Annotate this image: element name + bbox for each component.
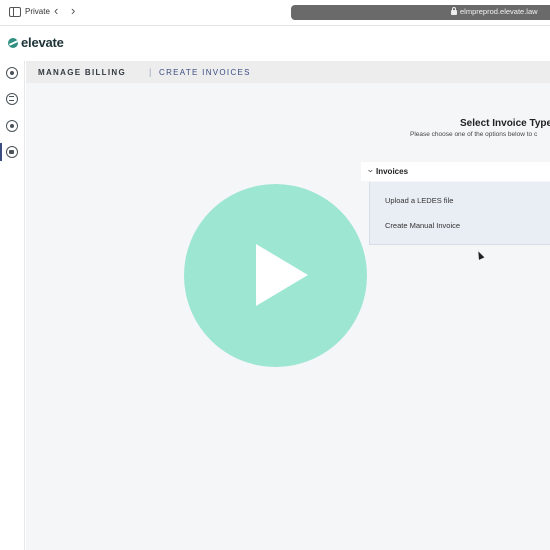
private-mode-label: Private xyxy=(25,7,50,16)
create-manual-invoice-option[interactable]: Create Manual Invoice xyxy=(385,221,460,230)
address-text: elmpreprod.elevate.law xyxy=(460,7,538,16)
browser-toolbar: Private ‹ › elmpreprod.elevate.law xyxy=(0,0,550,26)
breadcrumb: MANAGE BILLING | CREATE INVOICES xyxy=(26,61,550,83)
bulb-icon[interactable] xyxy=(6,120,18,132)
invoices-section-header[interactable]: ⌄ Invoices xyxy=(361,162,550,181)
breadcrumb-manage-billing[interactable]: MANAGE BILLING xyxy=(38,68,126,77)
forward-arrow-icon[interactable]: › xyxy=(71,4,75,18)
play-icon xyxy=(256,244,308,306)
back-arrow-icon[interactable]: ‹ xyxy=(54,4,58,18)
left-nav-rail xyxy=(0,61,25,550)
app-header: elevate xyxy=(0,27,550,61)
page-subtitle: Please choose one of the options below t… xyxy=(410,131,538,138)
brand-name[interactable]: elevate xyxy=(21,35,64,50)
active-nav-indicator xyxy=(0,143,2,161)
upload-ledes-option[interactable]: Upload a LEDES file xyxy=(385,196,453,205)
screen: Private ‹ › elmpreprod.elevate.law eleva… xyxy=(0,0,550,550)
breadcrumb-separator: | xyxy=(149,67,152,77)
lock-icon xyxy=(451,7,457,15)
elevate-logo-icon[interactable] xyxy=(8,38,18,48)
invoice-options-panel: Upload a LEDES file Create Manual Invoic… xyxy=(369,182,550,245)
location-icon[interactable] xyxy=(6,67,18,79)
invoices-section-label: Invoices xyxy=(376,167,409,176)
chevron-down-icon[interactable]: ⌄ xyxy=(366,165,375,174)
list-icon[interactable] xyxy=(6,93,18,105)
play-button[interactable] xyxy=(184,184,367,367)
address-bar[interactable]: elmpreprod.elevate.law xyxy=(291,5,550,20)
page-title: Select Invoice Type xyxy=(460,118,550,129)
sidebar-toggle-icon[interactable] xyxy=(9,7,21,17)
breadcrumb-create-invoices: CREATE INVOICES xyxy=(159,68,251,77)
billing-icon[interactable] xyxy=(6,146,18,158)
